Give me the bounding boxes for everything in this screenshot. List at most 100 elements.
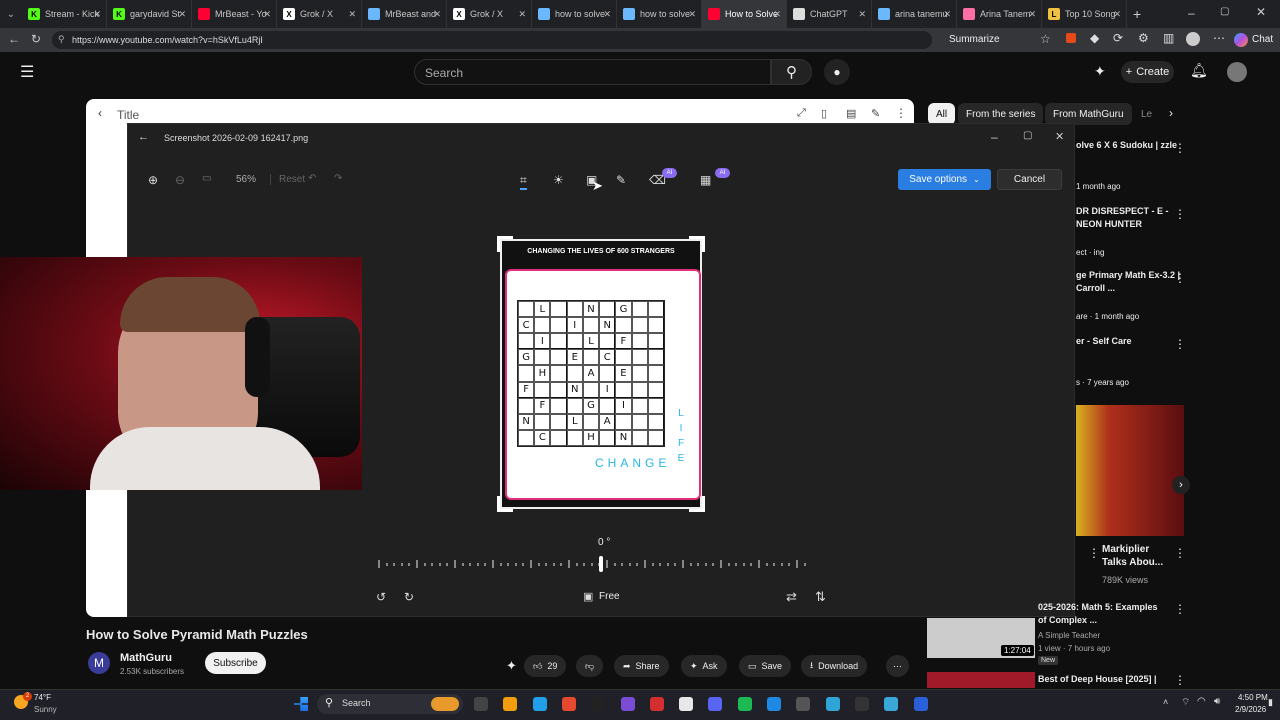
crop-handle-br[interactable] [689,496,705,512]
maximize-window-icon[interactable]: ▢ [1220,6,1229,17]
markiplier-thumbnail[interactable] [1076,405,1184,536]
clock-time[interactable]: 4:50 PM [1238,693,1268,702]
fit-icon[interactable]: ▭ [202,173,211,184]
obs-icon[interactable] [591,697,606,711]
video-thumbnail-3[interactable] [927,672,1035,688]
crop-tool-icon[interactable]: ⌗ [520,173,527,190]
browser-tab[interactable]: how to solve ✕ [532,0,617,28]
markiplier-title[interactable]: Markiplier Talks Abou... [1102,543,1167,569]
tab-close-icon[interactable]: ✕ [1028,9,1036,20]
new-tab-button[interactable]: + [1133,6,1141,22]
background-tool-icon[interactable]: ▦ [700,173,711,187]
browser-tab[interactable]: MrBeast and ✕ [362,0,447,28]
suggestion-title[interactable]: ge Primary Math Ex-3.2 | Carroll ... [1076,269,1188,295]
task-view-icon[interactable] [474,697,488,711]
chip-from-the-series[interactable]: From the series [958,103,1044,125]
voice-search-button[interactable]: ● [824,59,850,85]
suggestion-more-icon[interactable]: ⋮ [1174,141,1186,155]
copilot-icon[interactable] [1234,33,1248,47]
markiplier-more-icon-2[interactable]: ⋮ [1174,546,1186,560]
subscribe-button[interactable]: Subscribe [205,652,266,674]
share-button[interactable]: ➦ Share [614,655,669,677]
columns-icon[interactable]: ▯ [821,107,827,120]
browser-tab[interactable]: MrBeast - Yo ✕ [192,0,277,28]
browser-tab[interactable]: how to solve ✕ [617,0,702,28]
tab-close-icon[interactable]: ✕ [943,9,951,20]
twitch-icon[interactable] [620,697,635,711]
minimize-window-icon[interactable]: – [1188,6,1195,20]
panel-back-icon[interactable]: ‹ [98,106,102,120]
explorer-icon[interactable] [503,697,518,711]
tab-close-icon[interactable]: ✕ [433,9,441,20]
rotate-right-icon[interactable]: ↻ [404,590,414,604]
split-view-icon[interactable]: ▥ [1163,31,1174,45]
extension-diamond-icon[interactable]: ◆ [1090,31,1099,45]
browser-tab[interactable]: L Top 10 Song ✕ [1042,0,1127,28]
tab-close-icon[interactable]: ✕ [773,9,781,20]
zoom-out-icon[interactable]: ⊖ [175,173,185,187]
suggestion-title[interactable]: olve 6 X 6 Sudoku | zzle [1076,139,1188,152]
account-avatar[interactable] [1227,62,1247,82]
url-field[interactable]: https://www.youtube.com/watch?v=hSkVfLu4… [52,31,932,49]
search-highlight-icon[interactable] [431,697,459,711]
editor-maximize-icon[interactable]: ▢ [1023,130,1032,141]
tab-close-icon[interactable]: ✕ [518,9,526,20]
firefox-icon[interactable] [561,697,576,711]
summarize-button[interactable]: Summarize [949,34,1000,45]
aspect-ratio-button[interactable]: Free [599,591,620,602]
suggestion-title[interactable]: er - Self Care [1076,335,1188,348]
download-button[interactable]: ⭳ Download [801,655,868,677]
adjust-tool-icon[interactable]: ☀ [553,173,564,187]
browser-tab[interactable]: Kgarydavid St ✕ [107,0,192,28]
video-2-title[interactable]: 025-2026: Math 5: Examples of Complex ..… [1038,601,1163,627]
volume-icon[interactable]: 🔊︎ [1214,696,1220,707]
back-icon[interactable]: ← [8,32,20,46]
cancel-button[interactable]: Cancel [997,169,1062,190]
browser-tab[interactable]: ChatGPT ✕ [787,0,872,28]
terminal-icon[interactable] [825,697,840,711]
ask-button[interactable]: ✦ Ask [681,655,727,677]
channel-name[interactable]: MathGuru [120,652,172,664]
browser-tab[interactable]: K Stream - Kick ✕ [22,0,107,28]
sparkle-icon[interactable]: ✦ [506,658,517,674]
extension-icon[interactable] [1066,33,1076,43]
refresh-extension-icon[interactable]: ⟳ [1113,31,1123,45]
chat-button[interactable]: Chat [1252,34,1273,45]
zoom-in-icon[interactable]: ⊕ [148,173,158,187]
suggestion-more-icon[interactable]: ⋮ [1174,207,1186,221]
close-window-icon[interactable]: ✕ [1256,5,1266,19]
crop-handle-bl[interactable] [497,496,513,512]
markiplier-more-icon[interactable]: ⋮ [1088,546,1100,560]
favorite-star-icon[interactable]: ☆ [1040,32,1051,46]
video-3-more-icon[interactable]: ⋮ [1174,673,1186,687]
notifications-bell-icon[interactable]: 🔔︎ [1190,62,1208,79]
browser-tab[interactable]: arina tanemu ✕ [872,0,957,28]
tab-close-icon[interactable]: ✕ [858,9,866,20]
video-3-title[interactable]: Best of Deep House [2025] | [1038,673,1163,686]
tab-list-icon[interactable]: ⌄ [0,9,22,20]
reload-icon[interactable]: ↻ [31,32,41,46]
browser-tab[interactable]: Arina Tanem ✕ [957,0,1042,28]
tab-close-icon[interactable]: ✕ [178,9,186,20]
dial-needle[interactable] [599,556,603,572]
tab-close-icon[interactable]: ✕ [603,9,611,20]
like-button[interactable]: 👍︎ 29 [524,655,567,677]
channel-avatar[interactable]: M [88,652,110,674]
spotify-icon[interactable] [737,697,752,711]
create-button[interactable]: + Create [1121,61,1174,83]
hamburger-menu-icon[interactable]: ☰ [20,62,34,82]
flip-vertical-icon[interactable]: ⇅ [815,589,826,605]
flip-horizontal-icon[interactable]: ⇄ [786,589,797,605]
notes-icon[interactable]: ▤ [846,107,856,120]
search-input[interactable]: Search [414,59,771,85]
tab-close-icon[interactable]: ✕ [348,9,356,20]
search-button[interactable]: ⚲ [771,59,812,85]
chips-next-icon[interactable]: › [1169,106,1173,120]
dislike-button[interactable]: 👎︎ [576,655,604,677]
markup-tool-icon[interactable]: ✎ [616,173,626,187]
video-2-more-icon[interactable]: ⋮ [1174,602,1186,616]
more-actions-button[interactable]: ⋯ [886,655,909,677]
undo-icon[interactable]: ↶ [308,173,316,184]
editor-close-icon[interactable]: ✕ [1055,130,1064,143]
crop-handle-tl[interactable] [497,236,513,252]
